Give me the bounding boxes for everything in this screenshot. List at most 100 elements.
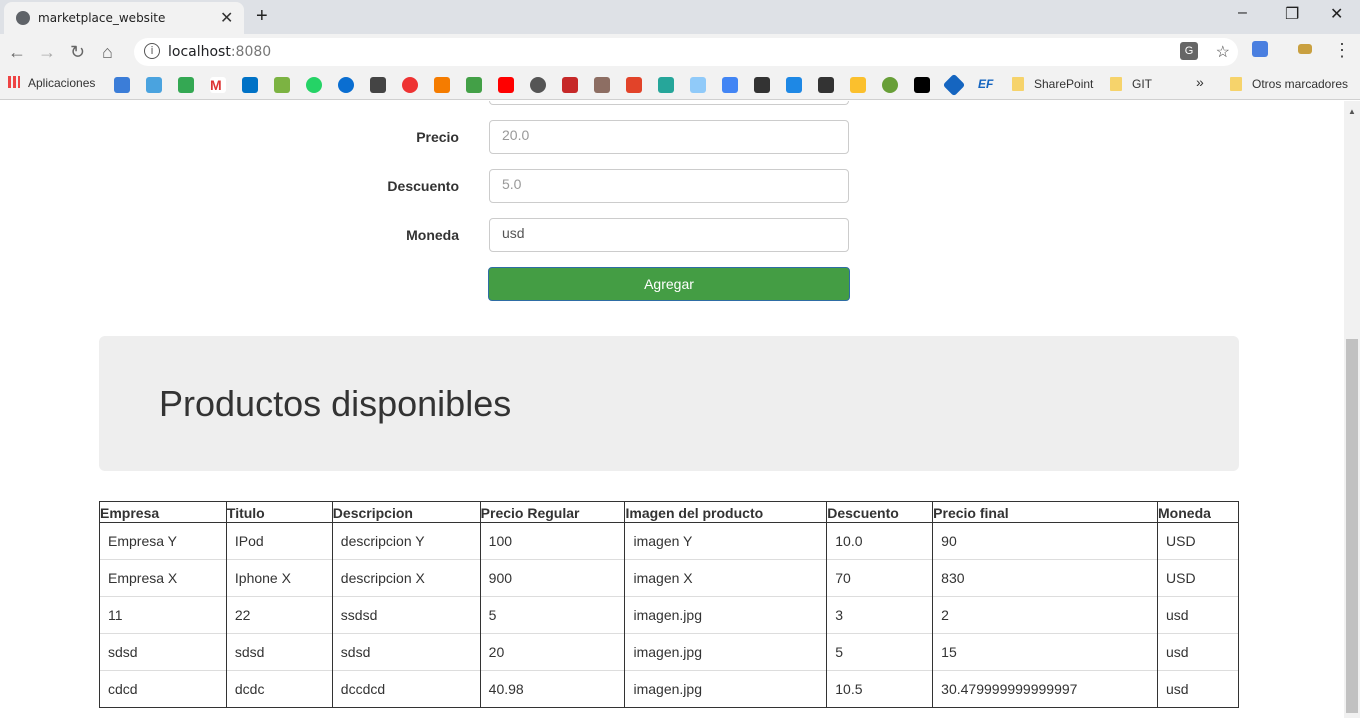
table-cell: 20 [479, 633, 626, 671]
translate-icon[interactable] [722, 77, 738, 93]
whatsapp-icon[interactable] [306, 77, 322, 93]
bookmark-icon[interactable] [786, 77, 802, 93]
table-cell: sdsd [331, 633, 481, 671]
bookmark-icon[interactable] [914, 77, 930, 93]
table-cell: Iphone X [225, 559, 333, 597]
table-cell: imagen.jpg [624, 596, 828, 634]
bookmark-icon[interactable] [562, 77, 578, 93]
info-icon[interactable]: i [144, 43, 160, 59]
table-cell: 30.479999999999997 [932, 670, 1159, 708]
bookmark-icon[interactable] [850, 77, 866, 93]
extension-burger-icon[interactable] [1298, 44, 1312, 54]
table-cell: 2 [932, 596, 1159, 634]
table-cell: cdcd [99, 670, 227, 708]
bookmark-icon[interactable] [434, 77, 450, 93]
descuento-label: Descuento [387, 178, 459, 194]
descuento-input[interactable]: 5.0 [489, 169, 849, 203]
moneda-label: Moneda [406, 227, 459, 243]
bookmark-icon[interactable] [274, 77, 290, 93]
vertical-scrollbar[interactable]: ▲ [1344, 101, 1360, 718]
tab-title: marketplace_website [38, 11, 166, 25]
table-cell: imagen X [624, 559, 828, 597]
bookmark-icon[interactable] [402, 77, 418, 93]
reload-icon[interactable]: ↻ [70, 42, 85, 63]
bookmark-icon[interactable] [942, 73, 966, 97]
gitlab-icon[interactable] [626, 77, 642, 93]
globe-icon [16, 11, 30, 25]
bookmark-icon[interactable]: EF [978, 77, 994, 93]
url-text: localhost:8080 [168, 44, 272, 60]
bookmark-icon[interactable] [594, 77, 610, 93]
translate-icon[interactable]: G [1180, 42, 1198, 60]
table-cell: 5 [479, 596, 626, 634]
precio-label: Precio [416, 129, 459, 145]
home-icon[interactable]: ⌂ [102, 42, 113, 63]
precio-input[interactable]: 20.0 [489, 120, 849, 154]
back-icon[interactable]: ← [8, 42, 26, 63]
column-header: Imagen del producto [624, 501, 828, 523]
bookmark-folder-sharepoint[interactable]: SharePoint [1012, 77, 1093, 91]
address-bar[interactable]: i localhost:8080 G ☆ [134, 38, 1238, 66]
scroll-thumb[interactable] [1346, 339, 1358, 713]
bookmark-icon[interactable] [818, 77, 834, 93]
minimize-icon[interactable]: – [1238, 4, 1247, 22]
bookmark-apps[interactable]: Aplicaciones [8, 76, 95, 90]
column-header: Empresa [99, 501, 227, 523]
close-tab-icon[interactable]: ✕ [220, 8, 233, 28]
bookmarks-bar: Aplicaciones M EF SharePoint GIT » Otros… [0, 70, 1360, 100]
table-row: sdsd sdsd sdsd 20 imagen.jpg 5 15 usd [99, 633, 1239, 671]
bookmark-icon[interactable] [146, 77, 162, 93]
more-bookmarks-icon[interactable]: » [1196, 74, 1204, 90]
apps-grid-icon [8, 76, 20, 88]
form-row-precio: Precio 20.0 [0, 120, 1344, 154]
outlook-icon[interactable] [242, 77, 258, 93]
table-cell: ssdsd [331, 596, 481, 634]
table-cell: sdsd [99, 633, 227, 671]
table-cell: 830 [932, 559, 1159, 597]
browser-tab[interactable]: marketplace_website ✕ [4, 2, 244, 34]
scroll-up-icon[interactable]: ▲ [1348, 107, 1356, 116]
table-cell: USD [1157, 559, 1239, 597]
globe-icon[interactable] [530, 77, 546, 93]
table-cell: 22 [225, 596, 333, 634]
page-content: Precio 20.0 Descuento 5.0 Moneda usd Agr… [0, 101, 1344, 718]
extension-translate-icon[interactable] [1252, 41, 1268, 57]
maps-icon[interactable] [178, 77, 194, 93]
bookmark-folder-other[interactable]: Otros marcadores [1230, 77, 1348, 91]
table-cell: dccdcd [331, 670, 481, 708]
close-window-icon[interactable]: ✕ [1330, 4, 1343, 24]
bookmark-icon[interactable] [882, 77, 898, 93]
bookmark-icon[interactable] [690, 77, 706, 93]
table-row: cdcd dcdc dccdcd 40.98 imagen.jpg 10.5 30.4799… [99, 670, 1239, 708]
table-cell: usd [1157, 633, 1239, 671]
bookmark-icon[interactable] [114, 77, 130, 93]
code-icon[interactable] [466, 77, 482, 93]
agregar-button[interactable]: Agregar [488, 267, 850, 301]
form-row-moneda: Moneda usd [0, 218, 1344, 252]
table-cell: sdsd [225, 633, 333, 671]
star-icon[interactable]: ☆ [1216, 42, 1230, 62]
bookmark-folder-git[interactable]: GIT [1110, 77, 1152, 91]
onedrive-icon[interactable] [338, 77, 354, 93]
column-header: Precio Regular [479, 501, 626, 523]
table-cell: imagen.jpg [624, 633, 828, 671]
forward-icon[interactable]: → [38, 42, 56, 63]
menu-icon[interactable]: ⋮ [1333, 40, 1351, 61]
table-cell: 70 [826, 559, 934, 597]
page-title: Productos disponibles [159, 383, 512, 424]
restore-icon[interactable]: ❐ [1285, 4, 1299, 24]
column-header: Descuento [826, 501, 934, 523]
table-cell: descripcion X [331, 559, 481, 597]
table-row: 11 22 ssdsd 5 imagen.jpg 3 2 usd [99, 596, 1239, 634]
table-cell: dcdc [225, 670, 333, 708]
youtube-icon[interactable] [498, 77, 514, 93]
bookmark-icon[interactable] [658, 77, 674, 93]
table-cell: USD [1157, 522, 1239, 560]
coffee-icon[interactable] [370, 77, 386, 93]
table-cell: 10.5 [826, 670, 934, 708]
new-tab-icon[interactable]: + [256, 5, 268, 28]
bookmark-icon[interactable] [754, 77, 770, 93]
gmail-icon[interactable]: M [210, 77, 226, 93]
column-header: Precio final [932, 501, 1159, 523]
moneda-input[interactable]: usd [489, 218, 849, 252]
